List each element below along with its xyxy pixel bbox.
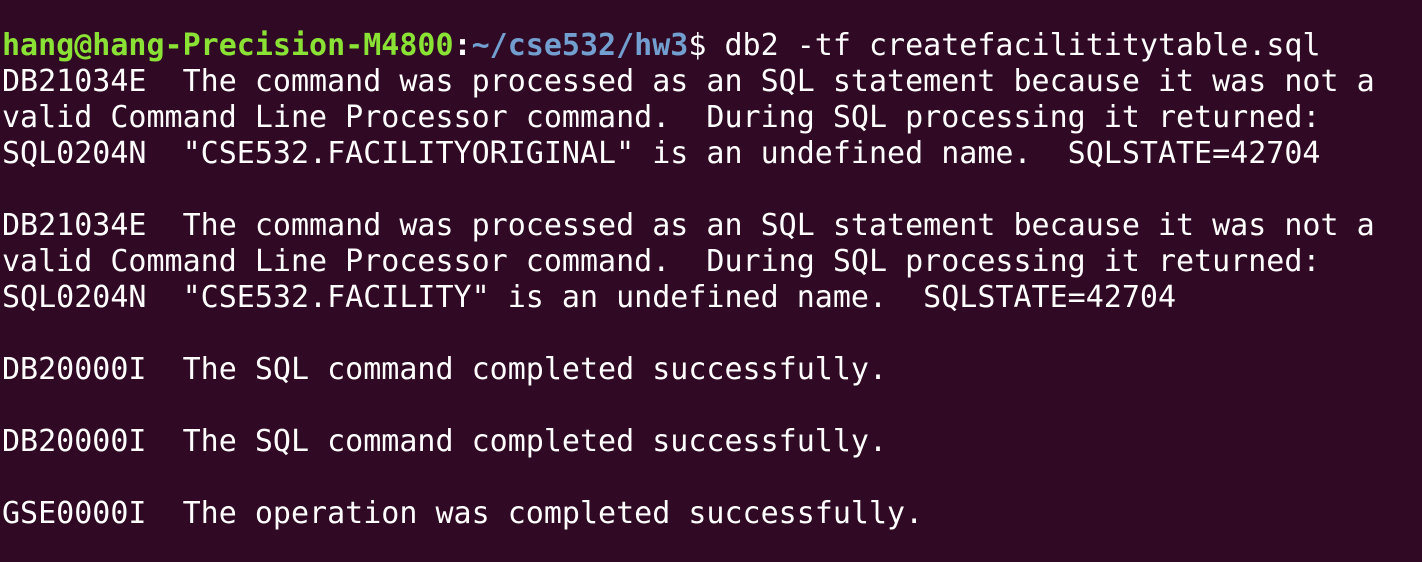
prompt-symbol: $ <box>688 28 707 63</box>
output-line: SQL0204N "CSE532.FACILITYORIGINAL" is an… <box>2 136 1321 171</box>
output-line: valid Command Line Processor command. Du… <box>2 244 1321 279</box>
output-line: GSE0000I The operation was completed suc… <box>2 496 924 531</box>
prompt-line: hang@hang-Precision-M4800:~/cse532/hw3$ … <box>2 28 1422 64</box>
output-line: DB20000I The SQL command completed succe… <box>2 352 888 387</box>
output-line: valid Command Line Processor command. Du… <box>2 100 1321 135</box>
output-line: DB20000I The SQL command completed succe… <box>2 424 888 459</box>
prompt-colon: : <box>453 28 472 63</box>
output-line: DB21034E The command was processed as an… <box>2 64 1375 99</box>
entered-command: db2 -tf createfacilititytable.sql <box>706 28 1321 63</box>
terminal-window[interactable]: hang@hang-Precision-M4800:~/cse532/hw3$ … <box>0 0 1422 562</box>
output-line: SQL0204N "CSE532.FACILITY" is an undefin… <box>2 280 1176 315</box>
prompt-path: ~/cse532/hw3 <box>471 28 689 63</box>
prompt-user-host: hang@hang-Precision-M4800 <box>2 28 454 63</box>
output-line: DB21034E The command was processed as an… <box>2 208 1375 243</box>
